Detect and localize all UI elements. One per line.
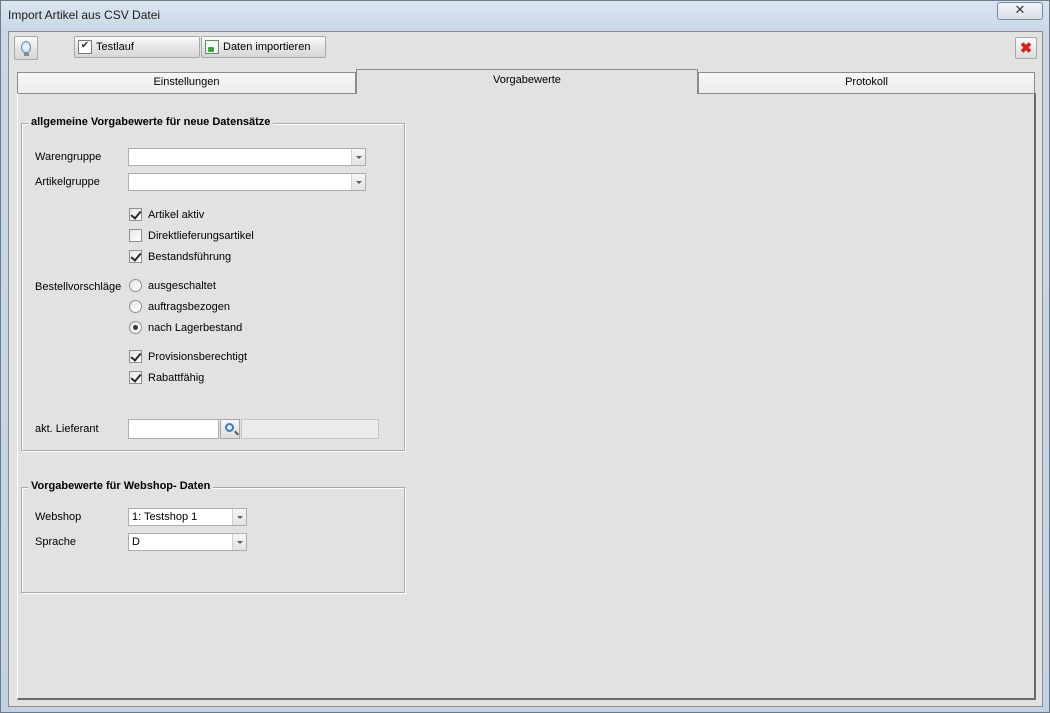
webshop-defaults-group: Vorgabewerte für Webshop- Daten Webshop … [21,480,405,593]
sprache-value: D [132,536,140,548]
testlauf-button[interactable]: ✔ Testlauf [74,36,200,58]
lieferant-name-field [241,419,379,439]
tab-vorgabewerte[interactable]: Vorgabewerte [356,69,698,94]
radio-auftragsbezogen[interactable]: auftragsbezogen [129,300,230,313]
lightbulb-icon [21,41,31,56]
window-close-button[interactable]: ✕ [997,2,1043,20]
radio-unselected-icon[interactable] [129,279,142,292]
toolbar: ✔ Testlauf Daten importieren ✖ [9,32,1042,62]
bestellvorschlaege-label: Bestellvorschläge [35,281,122,293]
lieferant-input[interactable] [128,419,219,439]
warengruppe-combo[interactable] [128,148,366,166]
nach-lagerbestand-label: nach Lagerbestand [148,321,243,334]
radio-unselected-icon[interactable] [129,300,142,313]
bestandsfuehrung-checkbox[interactable]: Bestandsführung [129,250,231,263]
red-close-icon: ✖ [1019,38,1033,57]
radio-nach-lagerbestand[interactable]: nach Lagerbestand [129,321,242,334]
provisionsberechtigt-label: Provisionsberechtigt [148,350,248,363]
import-document-icon [205,40,219,54]
tab-strip: Einstellungen Vorgabewerte Protokoll [17,69,1036,94]
title-bar[interactable]: Import Artikel aus CSV Datei ✕ [1,1,1049,31]
radio-selected-icon[interactable] [129,321,142,334]
tab-einstellungen[interactable]: Einstellungen [17,72,356,93]
import-data-button[interactable]: Daten importieren [201,36,326,58]
rabattfaehig-checkbox[interactable]: Rabattfähig [129,371,204,384]
warengruppe-label: Warengruppe [35,151,102,163]
provisionsberechtigt-checkbox[interactable]: Provisionsberechtigt [129,350,247,363]
exit-button[interactable]: ✖ [1015,37,1037,59]
checkbox-checked-icon[interactable] [129,350,142,363]
checkbox-checked-icon[interactable] [129,208,142,221]
webshop-combo[interactable]: 1: Testshop 1 [128,508,247,526]
checkbox-unchecked-icon[interactable] [129,229,142,242]
general-defaults-group: allgemeine Vorgabewerte für neue Datensä… [21,116,405,451]
artikelgruppe-combo[interactable] [128,173,366,191]
chevron-down-icon[interactable] [351,174,365,190]
ausgeschaltet-label: ausgeschaltet [148,279,216,292]
radio-ausgeschaltet[interactable]: ausgeschaltet [129,279,216,292]
artikelgruppe-label: Artikelgruppe [35,176,100,188]
lieferant-label: akt. Lieferant [35,423,99,435]
vorgabewerte-panel: allgemeine Vorgabewerte für neue Datensä… [17,93,1036,700]
artikel-aktiv-label: Artikel aktiv [148,208,205,221]
artikel-aktiv-checkbox[interactable]: Artikel aktiv [129,208,204,221]
webshop-value: 1: Testshop 1 [132,511,198,523]
lieferant-search-button[interactable] [220,419,240,439]
chevron-down-icon[interactable] [232,534,246,550]
import-label: Daten importieren [223,41,311,53]
rabattfaehig-label: Rabattfähig [148,371,205,384]
bestandsfuehrung-label: Bestandsführung [148,250,232,263]
direktlieferung-label: Direktlieferungsartikel [148,229,254,242]
testlauf-label: Testlauf [96,41,134,53]
checkbox-checked-icon[interactable] [129,371,142,384]
direktlieferung-checkbox[interactable]: Direktlieferungsartikel [129,229,254,242]
auftragsbezogen-label: auftragsbezogen [148,300,230,313]
sprache-label: Sprache [35,536,76,548]
checkmark-icon: ✔ [78,40,92,54]
dialog-client-area: ✔ Testlauf Daten importieren ✖ Einstellu… [8,31,1043,707]
hint-button[interactable] [14,36,38,60]
import-dialog-window: Import Artikel aus CSV Datei ✕ ✔ Testlau… [0,0,1050,713]
tab-protokoll[interactable]: Protokoll [698,72,1035,93]
sprache-combo[interactable]: D [128,533,247,551]
general-defaults-title: allgemeine Vorgabewerte für neue Datensä… [28,116,274,128]
webshop-defaults-title: Vorgabewerte für Webshop- Daten [28,480,214,492]
chevron-down-icon[interactable] [351,149,365,165]
webshop-label: Webshop [35,511,82,523]
chevron-down-icon[interactable] [232,509,246,525]
checkbox-checked-icon[interactable] [129,250,142,263]
search-icon [225,423,234,432]
window-title: Import Artikel aus CSV Datei [8,8,161,22]
